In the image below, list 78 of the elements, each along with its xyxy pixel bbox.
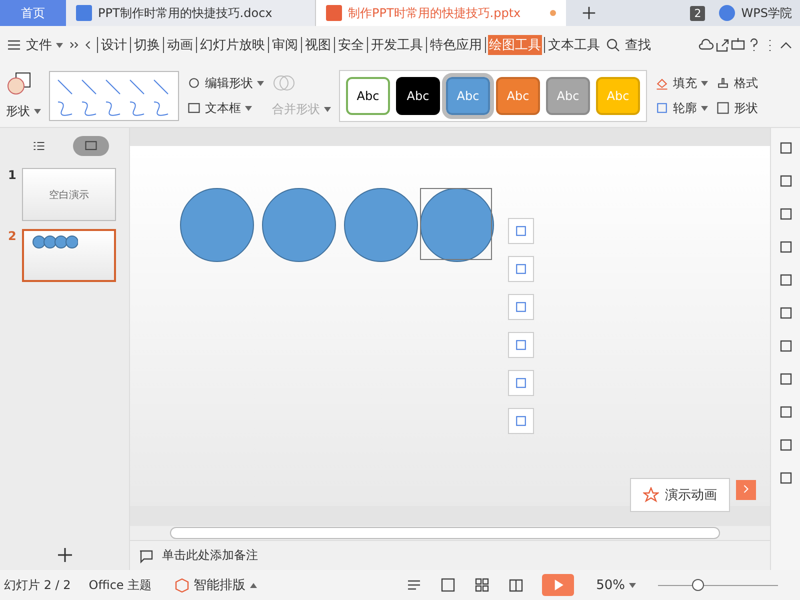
- view-toggle[interactable]: [72, 136, 108, 156]
- animation-demo-button[interactable]: 演示动画: [630, 478, 730, 512]
- brush-icon[interactable]: [716, 76, 730, 90]
- zoom-level[interactable]: 50%: [592, 578, 640, 592]
- zoom-slider[interactable]: [658, 578, 778, 592]
- slides-icon[interactable]: [84, 139, 98, 153]
- caret-icon: [324, 107, 331, 112]
- file-icon: [326, 5, 342, 21]
- float-tool-button[interactable]: [508, 294, 534, 320]
- caret-icon: [701, 106, 708, 110]
- add-slide-icon[interactable]: [56, 547, 72, 563]
- search-button[interactable]: 查找: [601, 36, 655, 54]
- search-icon[interactable]: [605, 37, 621, 53]
- caret-icon: [34, 109, 41, 114]
- circles-drawing: [32, 235, 78, 249]
- file-icon: [76, 5, 92, 21]
- reading-view-icon[interactable]: [508, 577, 524, 593]
- document-tab[interactable]: PPT制作时常用的快捷技巧.docx: [66, 0, 316, 26]
- smart-layout-button[interactable]: 智能排版: [170, 576, 261, 594]
- sorter-view-icon[interactable]: [474, 577, 490, 593]
- new-tab-icon[interactable]: [582, 6, 596, 20]
- format-button[interactable]: 格式: [716, 74, 758, 92]
- window-count[interactable]: 2: [690, 6, 706, 20]
- float-tool-button[interactable]: [508, 408, 534, 434]
- line-shapes-gallery[interactable]: [49, 70, 179, 120]
- play-button[interactable]: [542, 574, 574, 596]
- caret-icon: [245, 106, 252, 110]
- academy-link[interactable]: WPS学院: [741, 4, 792, 22]
- edit-shape-icon[interactable]: [187, 76, 201, 90]
- menu-tab[interactable]: 设计: [100, 35, 128, 55]
- menu-tab[interactable]: 切换: [133, 35, 161, 55]
- float-tool-button[interactable]: [508, 370, 534, 396]
- caret-icon: [701, 80, 708, 86]
- menu-tab[interactable]: 动画: [166, 35, 194, 55]
- caret-icon: [257, 80, 264, 86]
- menu-tab[interactable]: 开发工具: [370, 35, 424, 55]
- shapes-button[interactable]: 形状: [6, 103, 41, 120]
- fill-button[interactable]: 填充: [655, 74, 708, 92]
- menu-tab[interactable]: 审阅: [271, 35, 299, 55]
- fill-icon[interactable]: [655, 76, 669, 90]
- list-icon[interactable]: [32, 139, 46, 153]
- layout-icon[interactable]: [174, 577, 190, 593]
- shape-style[interactable]: Abc: [346, 76, 390, 114]
- float-tool-button[interactable]: [508, 218, 534, 244]
- float-tool-button[interactable]: [508, 256, 534, 282]
- menu-tab[interactable]: 文本工具: [547, 35, 601, 55]
- slide-counter: 幻灯片 2 / 2: [4, 576, 71, 594]
- shape-effect-button[interactable]: 形状: [716, 100, 758, 116]
- edit-shape-button[interactable]: 编辑形状: [187, 74, 264, 92]
- slide-number: 1: [8, 168, 16, 182]
- slide-title: 空白演示: [49, 188, 89, 202]
- slide-number: 2: [8, 229, 16, 243]
- merge-shapes-icon: [272, 73, 296, 93]
- document-tab[interactable]: 首页: [0, 0, 66, 26]
- text-box-icon[interactable]: [187, 101, 201, 115]
- menu-tab[interactable]: 视图: [304, 35, 332, 55]
- menu-tab[interactable]: 安全: [337, 35, 365, 55]
- slide-thumbnail[interactable]: [22, 229, 116, 282]
- zoom-slider-thumb[interactable]: [692, 579, 704, 591]
- menu-tab[interactable]: 特色应用: [429, 35, 483, 55]
- caret-icon: [56, 42, 63, 48]
- note-icon[interactable]: [138, 548, 154, 564]
- text-box-button[interactable]: 文本框: [187, 100, 264, 116]
- outline-icon[interactable]: [655, 101, 669, 115]
- notes-placeholder[interactable]: 单击此处添加备注: [162, 547, 258, 564]
- float-tool-button[interactable]: [508, 332, 534, 358]
- slide-thumbnail[interactable]: 空白演示: [22, 168, 116, 221]
- theme-name[interactable]: Office 主题: [88, 576, 152, 594]
- caret-icon: [629, 582, 636, 588]
- menu-tab[interactable]: 幻灯片放映: [199, 35, 266, 55]
- logo-icon: [719, 5, 736, 21]
- file-menu[interactable]: 文件: [22, 36, 67, 54]
- shape-style[interactable]: Abc: [396, 76, 440, 114]
- horizontal-scrollbar[interactable]: [170, 527, 720, 539]
- unsaved-dot: [550, 10, 556, 16]
- outline-button[interactable]: 轮廓: [655, 100, 708, 116]
- normal-view-icon[interactable]: [440, 577, 456, 593]
- caret-icon: [250, 582, 257, 588]
